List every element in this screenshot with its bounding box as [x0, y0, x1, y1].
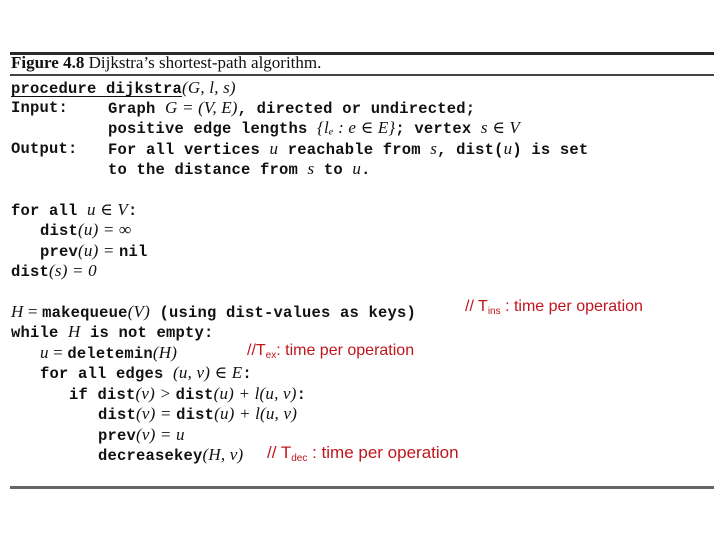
init-dist-source-line: dist(s) = 0 — [11, 261, 97, 282]
math: (u) = — [78, 241, 120, 260]
keyword: dist — [176, 406, 215, 424]
subscript: ins — [487, 306, 501, 317]
text: to — [314, 161, 353, 179]
init-prev-line: prev(u) = nil — [40, 241, 148, 262]
output-line-2: to the distance from s to u. — [108, 159, 371, 180]
text: to the distance from — [108, 161, 308, 179]
init-dist-line: dist(u) = ∞ — [40, 220, 131, 241]
math: = — [23, 302, 43, 321]
math: H — [11, 302, 24, 321]
text: // T — [267, 443, 292, 462]
keyword: nil — [119, 243, 148, 261]
math: s ∈ V — [480, 118, 521, 137]
figure-title: Dijkstra’s shortest-path algorithm. — [84, 53, 322, 72]
math: (v) = — [136, 404, 177, 423]
text: positive edge lengths — [108, 120, 318, 138]
math: (u) + l(u, v) — [213, 384, 297, 403]
annotation-t-ex: //Tex: time per operation — [247, 341, 414, 366]
figure-caption: Figure 4.8 Dijkstra’s shortest-path algo… — [11, 53, 321, 73]
math: (v) = u — [136, 425, 185, 444]
init-forall-line: for all u ∈ V: — [11, 200, 138, 221]
for-edges-line: for all edges (u, v) ∈ E: — [40, 363, 252, 384]
input-line-1: Graph G = (V, E), directed or undirected… — [108, 98, 475, 119]
math: u ∈ V — [87, 200, 128, 219]
text: // T — [465, 298, 488, 315]
keyword: for all edges — [40, 365, 174, 383]
text: ; vertex — [395, 120, 481, 138]
text: , dist( — [437, 141, 504, 159]
output-label: Output: — [11, 140, 78, 158]
text: : — [242, 365, 252, 383]
keyword: dist — [97, 386, 136, 404]
math: G = (V, E) — [165, 98, 238, 117]
subscript: dec — [291, 453, 308, 464]
keyword: if — [69, 386, 98, 404]
deletemin-line: u = deletemin(H) — [40, 343, 177, 364]
math: (s) = 0 — [49, 261, 97, 280]
math: H — [68, 322, 81, 341]
text: Graph — [108, 100, 166, 118]
keyword: makequeue — [42, 304, 128, 322]
math: (u, v) ∈ E — [173, 363, 243, 382]
text: , directed or undirected; — [237, 100, 476, 118]
text: //T — [247, 342, 266, 359]
keyword: dist — [11, 263, 50, 281]
math: u — [352, 159, 362, 178]
math: u — [503, 139, 513, 158]
math: (v) > — [135, 384, 176, 403]
subscript: ex — [265, 350, 277, 361]
input-label: Input: — [11, 99, 69, 117]
math: (H, v) — [202, 445, 244, 464]
text: For all vertices — [108, 141, 270, 159]
makequeue-line: H = makequeue(V) (using dist-values as k… — [11, 302, 416, 323]
annotation-t-dec: // Tdec : time per operation — [267, 443, 459, 469]
math: (V) — [127, 302, 150, 321]
decreasekey-line: decreasekey(H, v) — [98, 445, 243, 466]
update-prev-line: prev(v) = u — [98, 425, 185, 446]
caption-rule — [10, 74, 714, 76]
keyword: prev — [98, 427, 137, 445]
procedure-line: procedure dijkstra(G, l, s) — [11, 78, 236, 99]
math: u — [269, 139, 279, 158]
text: for all — [11, 202, 88, 220]
text: : time per operation — [276, 342, 415, 359]
keyword: prev — [40, 243, 79, 261]
keyword: decreasekey — [98, 447, 203, 465]
text: ) is set — [512, 141, 589, 159]
keyword: dist — [40, 222, 79, 240]
text: . — [361, 161, 371, 179]
text: is not empty: — [80, 324, 214, 342]
text: (using dist-values as keys) — [150, 304, 417, 322]
update-dist-line: dist(v) = dist(u) + l(u, v) — [98, 404, 297, 425]
procedure-args: (G, l, s) — [182, 78, 236, 97]
output-line-1: For all vertices u reachable from s, dis… — [108, 139, 588, 160]
procedure-keyword: procedure — [11, 80, 97, 98]
annotation-t-ins: // Tins : time per operation — [465, 297, 643, 322]
procedure-name: dijkstra — [106, 80, 183, 98]
math: u — [40, 343, 49, 362]
text: : time per operation — [500, 298, 643, 315]
text: : — [296, 386, 307, 404]
while-line: while H is not empty: — [11, 322, 214, 343]
math: = — [48, 343, 68, 362]
math: (u) + l(u, v) — [214, 404, 298, 423]
text: : time per operation — [307, 443, 459, 462]
keyword: dist — [98, 406, 137, 424]
bottom-rule — [10, 486, 714, 489]
math: (u) = ∞ — [78, 220, 132, 239]
figure-label: Figure 4.8 — [11, 53, 85, 72]
if-line: if dist(v) > dist(u) + l(u, v): — [69, 384, 306, 405]
text: : — [127, 202, 138, 220]
keyword: dist — [175, 386, 214, 404]
procedure-signature: procedure dijkstra — [11, 80, 182, 98]
text: reachable from — [278, 141, 431, 159]
input-line-2: positive edge lengths {lₑ : e ∈ E}; vert… — [108, 118, 520, 139]
keyword: while — [11, 324, 69, 342]
math: {lₑ : e ∈ E} — [317, 118, 396, 137]
math: (H) — [152, 343, 178, 362]
keyword: deletemin — [67, 345, 153, 363]
